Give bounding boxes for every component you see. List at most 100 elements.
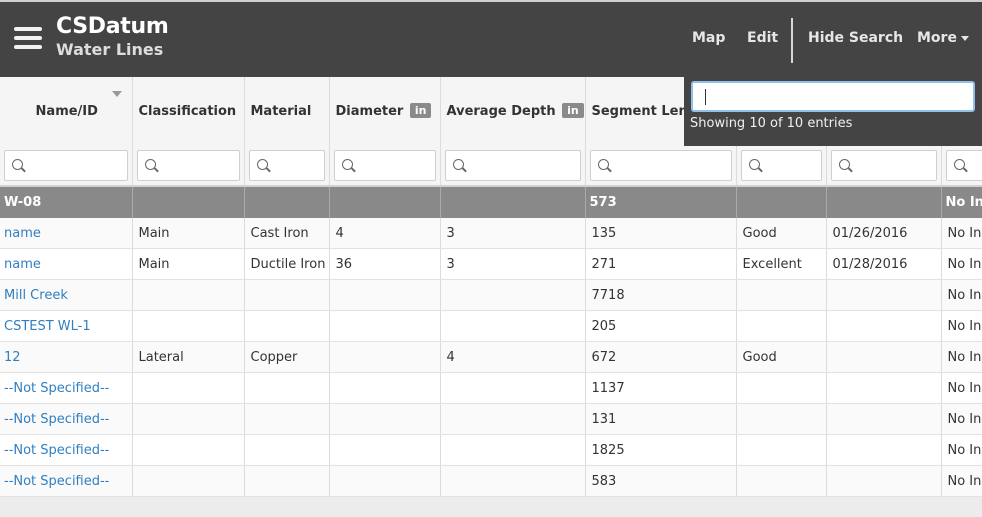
table-cell: Copper <box>244 341 330 373</box>
brand: CSDatum Water Lines <box>56 14 169 60</box>
edit-link[interactable]: Edit <box>747 30 778 46</box>
filter-cell <box>132 145 245 187</box>
cell-value: No Ins <box>947 256 982 272</box>
table-cell: 7718 <box>585 279 737 311</box>
table-cell: 36 <box>329 248 441 280</box>
group-cell <box>244 186 330 218</box>
cell-value: 3 <box>446 225 455 241</box>
cell-value: 1825 <box>591 442 625 458</box>
column-label: Classification <box>138 103 237 119</box>
row-name-link[interactable]: --Not Specified-- <box>4 443 109 458</box>
table-cell <box>826 403 942 435</box>
global-search-input[interactable] <box>691 81 975 112</box>
cell-value: 3 <box>446 256 455 272</box>
table-cell: Lateral <box>132 341 245 373</box>
group-cell: 573 <box>585 186 737 218</box>
table-cell <box>244 279 330 311</box>
column-filter-input[interactable] <box>248 149 325 181</box>
table-cell <box>329 279 441 311</box>
search-icon <box>452 158 464 170</box>
table-cell: 135 <box>585 218 737 249</box>
name-link[interactable]: Mill Creek <box>0 279 133 311</box>
column-header[interactable]: Classification <box>132 77 245 145</box>
name-link[interactable]: --Not Specified-- <box>0 434 133 466</box>
table-row[interactable]: name Main Ductile Iron 36 3 271 Excellent 01/28… <box>0 248 982 280</box>
table-row[interactable]: Mill Creek 7718 No Ins <box>0 279 982 311</box>
table-cell <box>826 341 942 373</box>
table-body: W-08 573 No Ins name Main Cast Iron 4 3 135 Good 0… <box>0 186 982 497</box>
table-cell <box>826 279 942 311</box>
table-row[interactable]: 12 Lateral Copper 4 672 Good No Ins <box>0 341 982 373</box>
row-name-link[interactable]: 12 <box>4 350 21 365</box>
table-cell: 4 <box>329 218 441 249</box>
row-name-link[interactable]: --Not Specified-- <box>4 381 109 396</box>
cell-value: Copper <box>250 349 298 365</box>
table-cell: Ductile Iron <box>244 248 330 280</box>
column-filter-input[interactable] <box>830 149 937 181</box>
column-filter-input[interactable] <box>740 149 822 181</box>
sort-desc-icon <box>111 91 122 97</box>
row-name-link[interactable]: --Not Specified-- <box>4 412 109 427</box>
table-row[interactable]: CSTEST WL-1 205 No Ins <box>0 310 982 342</box>
column-header[interactable]: Material <box>244 77 330 145</box>
table-cell: No Ins <box>941 465 982 497</box>
table-cell <box>132 465 245 497</box>
table-row[interactable]: name Main Cast Iron 4 3 135 Good 01/26/2016 No I… <box>0 218 982 249</box>
name-link[interactable]: 12 <box>0 341 133 373</box>
hide-search-link[interactable]: Hide Search <box>808 30 903 46</box>
column-filter-input[interactable] <box>333 149 436 181</box>
cell-value: 01/28/2016 <box>832 256 908 272</box>
cell-value: Good <box>742 349 777 365</box>
table-cell <box>329 372 441 404</box>
cell-value: 36 <box>335 256 353 272</box>
column-filter-input[interactable] <box>4 149 128 181</box>
table-row[interactable]: --Not Specified-- 131 No Ins <box>0 403 982 435</box>
name-link[interactable]: CSTEST WL-1 <box>0 310 133 342</box>
map-link[interactable]: Map <box>692 30 725 46</box>
filter-cell <box>941 145 982 187</box>
row-name-link[interactable]: name <box>4 226 41 241</box>
table-cell <box>826 310 942 342</box>
cell-value: No Ins <box>947 225 982 241</box>
column-filter-input[interactable] <box>136 149 240 181</box>
search-icon <box>144 158 156 170</box>
table-cell: 271 <box>585 248 737 280</box>
hamburger-menu-icon[interactable] <box>14 27 42 49</box>
row-name-link[interactable]: name <box>4 257 41 272</box>
row-name-link[interactable]: CSTEST WL-1 <box>4 319 91 334</box>
name-link[interactable]: --Not Specified-- <box>0 465 133 497</box>
name-link[interactable]: --Not Specified-- <box>0 403 133 435</box>
column-filter-input[interactable] <box>945 149 982 181</box>
name-link[interactable]: name <box>0 218 133 249</box>
table-cell: Good <box>736 218 827 249</box>
table-cell: 1825 <box>585 434 737 466</box>
row-name-link[interactable]: --Not Specified-- <box>4 474 109 489</box>
column-label: Name/ID <box>35 103 98 119</box>
table-cell <box>244 372 330 404</box>
table-row[interactable]: --Not Specified-- 583 No Ins <box>0 465 982 497</box>
column-header[interactable]: Diameter in <box>329 77 441 145</box>
table-cell: Main <box>132 248 245 280</box>
column-header[interactable]: Average Depth in <box>440 77 586 145</box>
column-filter-input[interactable] <box>589 149 732 181</box>
table-cell <box>329 403 441 435</box>
table-row[interactable]: --Not Specified-- 1825 No Ins <box>0 434 982 466</box>
column-header[interactable]: Name/ID <box>0 77 133 145</box>
search-icon <box>838 158 850 170</box>
column-filter-input[interactable] <box>444 149 581 181</box>
cell-value: Good <box>742 225 777 241</box>
cell-value: Main <box>138 256 170 272</box>
row-name-link[interactable]: Mill Creek <box>4 288 68 303</box>
name-link[interactable]: --Not Specified-- <box>0 372 133 404</box>
filter-cell <box>826 145 942 187</box>
group-row[interactable]: W-08 573 No Ins <box>0 186 982 218</box>
table-row[interactable]: --Not Specified-- 1137 No Ins <box>0 372 982 404</box>
cell-value: No Ins <box>947 442 982 458</box>
name-link[interactable]: name <box>0 248 133 280</box>
table-cell: 3 <box>440 248 586 280</box>
cell-value: 135 <box>591 225 617 241</box>
more-menu[interactable]: More <box>917 30 969 46</box>
table-cell <box>329 341 441 373</box>
search-icon <box>953 158 965 170</box>
cell-value: No Ins <box>947 380 982 396</box>
